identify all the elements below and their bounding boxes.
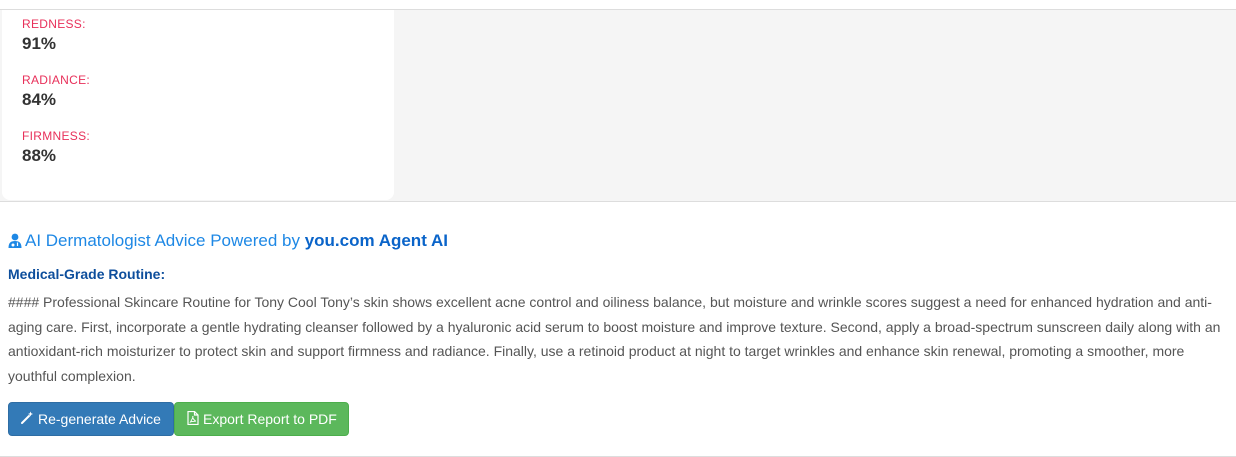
metric-redness: REDNESS: 91% — [22, 17, 86, 55]
regenerate-advice-label: Re-generate Advice — [38, 411, 161, 427]
metrics-card: REDNESS: 91% RADIANCE: 84% FIRMNESS: 88% — [2, 10, 394, 200]
metric-label: FIRMNESS: — [22, 129, 91, 143]
routine-heading: Medical-Grade Routine: — [8, 266, 166, 282]
advice-title-prefix: AI Dermatologist Advice Powered by — [25, 231, 300, 250]
metric-label: REDNESS: — [22, 17, 86, 31]
user-doctor-icon — [8, 231, 25, 250]
pdf-file-icon — [187, 410, 203, 428]
export-pdf-button[interactable]: Export Report to PDF — [174, 402, 349, 436]
metric-value: 88% — [22, 146, 57, 165]
metric-label: RADIANCE: — [22, 73, 91, 87]
export-pdf-label: Export Report to PDF — [203, 411, 337, 427]
advice-title: AI Dermatologist Advice Powered by you.c… — [8, 230, 448, 252]
regenerate-advice-button[interactable]: Re-generate Advice — [8, 402, 174, 436]
metric-value: 84% — [22, 90, 57, 109]
metric-radiance: RADIANCE: 84% — [22, 73, 90, 111]
metric-value: 91% — [22, 34, 57, 53]
advice-title-brand: you.com Agent AI — [304, 231, 448, 250]
advice-body: #### Professional Skincare Routine for T… — [8, 294, 1221, 384]
magic-wand-icon — [21, 411, 38, 427]
stats-panel: REDNESS: 91% RADIANCE: 84% FIRMNESS: 88% — [0, 10, 1236, 202]
metric-firmness: FIRMNESS: 88% — [22, 129, 90, 167]
